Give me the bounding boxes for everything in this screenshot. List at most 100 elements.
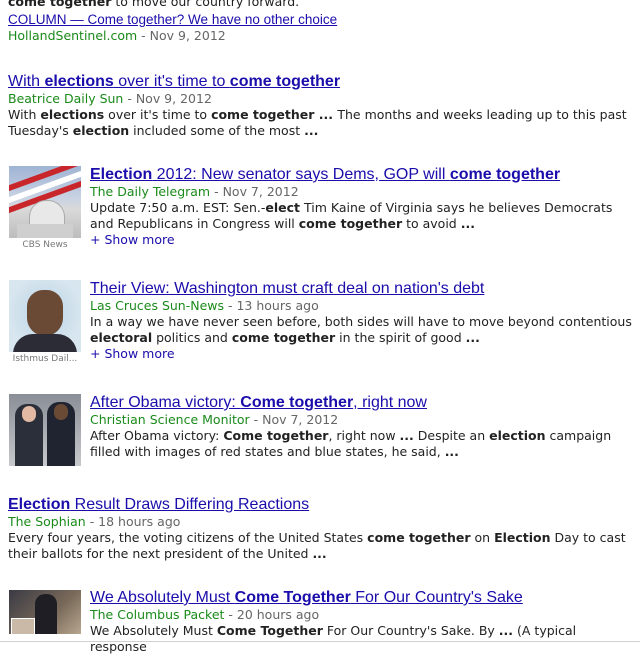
bold-term: electoral [90, 330, 153, 345]
bold-term: ... [312, 546, 327, 561]
result-title-link[interactable]: We Absolutely Must Come Together For Our… [90, 588, 634, 607]
result-meta: The Columbus Packet - 20 hours ago [90, 607, 634, 623]
bold-term: ... [444, 444, 459, 459]
result-meta: HollandSentinel.com - Nov 9, 2012 [8, 28, 634, 44]
text-segment: 2012: New senator says Dems, GOP will [152, 166, 450, 183]
result-meta: The Daily Telegram - Nov 7, 2012 [90, 184, 634, 200]
text-segment: politics and [152, 330, 232, 345]
source-name: The Sophian [8, 514, 86, 529]
bold-term: come together [211, 107, 315, 122]
result-snippet: In a way we have never seen before, both… [90, 314, 634, 346]
show-more-link[interactable]: + Show more [90, 346, 634, 362]
text-segment: on [470, 530, 495, 545]
capitol-flag-image[interactable] [9, 166, 81, 238]
bold-term: election [72, 123, 130, 138]
portrait-image[interactable] [9, 280, 81, 352]
bold-term: Come together [223, 428, 329, 443]
result-title-link[interactable]: After Obama victory: Come together, righ… [90, 393, 634, 412]
source-name: The Columbus Packet [90, 607, 225, 622]
bold-term: Come together [240, 394, 354, 411]
related-article: COLUMN — Come together? We have no other… [8, 12, 634, 44]
source-name: Beatrice Daily Sun [8, 91, 124, 106]
thumbnail[interactable]: Isthmus Dail... [9, 280, 81, 364]
text-segment: Their View: Washington must craft deal o… [90, 280, 485, 297]
result-date: - Nov 7, 2012 [210, 184, 299, 199]
result-date: - 18 hours ago [85, 514, 181, 529]
bold-term: come together [229, 73, 341, 90]
text-segment: over it's time to [113, 73, 230, 90]
thumbnail-caption: Isthmus Dail... [12, 354, 78, 364]
speaker-image[interactable] [9, 590, 81, 634]
bold-term: Election [8, 496, 71, 513]
news-result: Election 2012: New senator says Dems, GO… [90, 165, 634, 248]
bottom-divider [0, 641, 640, 642]
text-segment: over it's time to [104, 107, 212, 122]
text-segment: in the spirit of good [335, 330, 466, 345]
text-segment: After Obama victory: [90, 394, 241, 411]
result-title-link[interactable]: Election 2012: New senator says Dems, GO… [90, 165, 634, 184]
result-date: - 20 hours ago [224, 607, 320, 622]
bold-term: election [489, 428, 546, 443]
bold-term: Election [90, 166, 153, 183]
bold-term: ... [465, 330, 480, 345]
bold-term: come together [8, 0, 112, 9]
text-segment: With [8, 107, 41, 122]
source-name: Christian Science Monitor [90, 412, 250, 427]
snippet-text: to move our country forward. [111, 0, 300, 9]
bold-term: come together [449, 166, 561, 183]
news-result: We Absolutely Must Come Together For Our… [90, 588, 634, 655]
news-result: Election Result Draws Differing Reaction… [8, 495, 634, 562]
bold-term: come together [367, 530, 471, 545]
text-segment: , right now [328, 428, 400, 443]
bold-term: ... [460, 216, 475, 231]
bold-term: Come Together [234, 589, 351, 606]
text-segment: Every four years, the voting citizens of… [8, 530, 368, 545]
text-segment: For Our Country's Sake [350, 589, 523, 606]
result-title-link[interactable]: Election Result Draws Differing Reaction… [8, 495, 634, 514]
bold-term: come together [298, 216, 403, 231]
result-title-link[interactable]: Their View: Washington must craft deal o… [90, 279, 634, 298]
text-segment: For Our Country's Sake. By [322, 623, 499, 638]
text-segment: We Absolutely Must [90, 623, 217, 638]
result-meta: Beatrice Daily Sun - Nov 9, 2012 [8, 91, 634, 107]
truncated-snippet-line: come together to move our country forwar… [8, 0, 299, 10]
result-meta: The Sophian - 18 hours ago [8, 514, 634, 530]
news-result: Their View: Washington must craft deal o… [90, 279, 634, 362]
result-snippet: We Absolutely Must Come Together For Our… [90, 623, 634, 655]
related-article-link[interactable]: COLUMN — Come together? We have no other… [8, 12, 634, 28]
thumbnail[interactable] [9, 394, 81, 466]
result-snippet: After Obama victory: Come together, righ… [90, 428, 634, 460]
result-title-link[interactable]: With elections over it's time to come to… [8, 72, 634, 91]
text-segment: Update 7:50 a.m. EST: Sen.- [90, 200, 266, 215]
source-name: The Daily Telegram [90, 184, 211, 199]
text-segment: Despite an [413, 428, 490, 443]
result-date: - Nov 7, 2012 [249, 412, 339, 427]
text-segment: included some of the most [129, 123, 305, 138]
text-segment: With [8, 73, 45, 90]
text-segment: In a way we have never seen before, both… [90, 314, 632, 329]
bold-term: Election [494, 530, 551, 545]
bold-term: ... [304, 123, 319, 138]
show-more-link[interactable]: + Show more [90, 232, 634, 248]
bold-term: ... [314, 107, 338, 122]
source-name: HollandSentinel.com [8, 28, 138, 43]
thumbnail-caption: CBS News [22, 240, 68, 250]
result-date: - 13 hours ago [224, 298, 319, 313]
text-segment: , right now [353, 394, 427, 411]
bold-term: ... [498, 623, 514, 638]
text-segment: We Absolutely Must [90, 589, 235, 606]
thumbnail[interactable] [9, 590, 81, 634]
source-name: Las Cruces Sun-News [90, 298, 225, 313]
result-meta: Las Cruces Sun-News - 13 hours ago [90, 298, 634, 314]
news-result: With elections over it's time to come to… [8, 72, 634, 139]
bold-term: come together [231, 330, 336, 345]
bold-term: Come Together [216, 623, 323, 638]
result-snippet: With elections over it's time to come to… [8, 107, 634, 139]
news-result: After Obama victory: Come together, righ… [90, 393, 634, 460]
two-men-image[interactable] [9, 394, 81, 466]
thumbnail[interactable]: CBS News [9, 166, 81, 250]
result-snippet: Update 7:50 a.m. EST: Sen.-elect Tim Kai… [90, 200, 634, 232]
bold-term: elections [40, 107, 105, 122]
text-segment: to avoid [402, 216, 461, 231]
text-segment: After Obama victory: [90, 428, 224, 443]
